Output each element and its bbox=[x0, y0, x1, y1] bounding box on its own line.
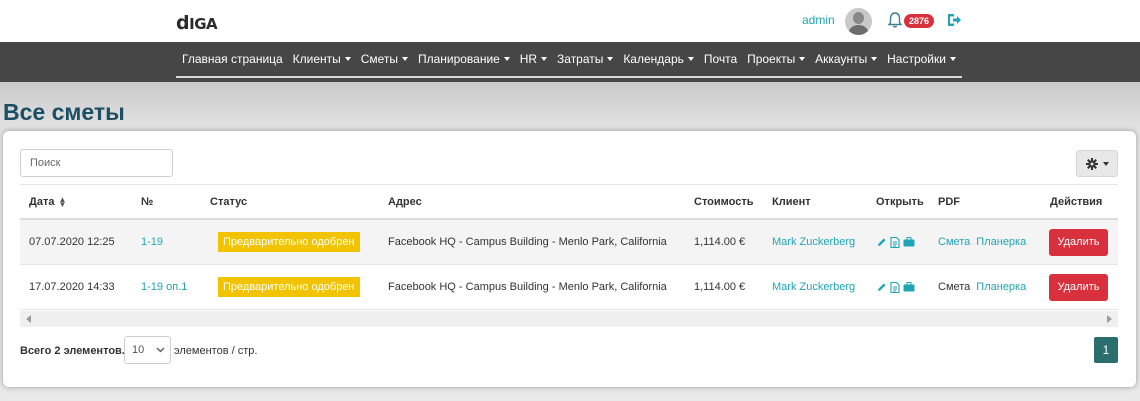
column-header-cost: Стоимость bbox=[694, 195, 754, 208]
search-input[interactable] bbox=[20, 149, 173, 177]
client-link[interactable]: Mark Zuckerberg bbox=[772, 220, 855, 264]
avatar[interactable] bbox=[845, 8, 872, 35]
nav-item[interactable]: Главная страница bbox=[182, 52, 283, 66]
cell-cost: 1,114.00 € bbox=[694, 281, 746, 293]
nav-item[interactable]: Планирование bbox=[418, 52, 510, 66]
cell-date: 07.07.2020 12:25 bbox=[29, 236, 115, 248]
briefcase-icon[interactable] bbox=[903, 282, 915, 292]
nav-item[interactable]: Клиенты bbox=[293, 52, 351, 66]
table-body: 07.07.2020 12:25 1-19 Предварительно одобр… bbox=[20, 220, 1118, 310]
bell-icon[interactable] bbox=[886, 11, 904, 29]
total-count: Всего 2 элементов. bbox=[20, 345, 125, 357]
nav-item[interactable]: Настройки bbox=[887, 52, 956, 66]
status-badge: Предварительно одобрен bbox=[218, 277, 360, 297]
caret-down-icon bbox=[949, 57, 956, 61]
cell-cost: 1,114.00 € bbox=[694, 236, 746, 248]
status-badge: Предварительно одобрен bbox=[218, 232, 360, 252]
nav-item[interactable]: Проекты bbox=[747, 52, 806, 66]
chevron-down-icon bbox=[1102, 161, 1109, 166]
estimates-table: Дата ▲ ▼ № Статус Адрес Стоимость Клиент … bbox=[20, 184, 1118, 310]
notification-count-badge[interactable]: 2876 bbox=[904, 14, 935, 28]
briefcase-icon[interactable] bbox=[903, 237, 915, 247]
cell-open-actions bbox=[877, 265, 915, 309]
caret-down-icon bbox=[687, 57, 694, 61]
column-header-date[interactable]: Дата ▲ ▼ bbox=[29, 185, 66, 218]
cell-address: Facebook HQ - Campus Building - Menlo Pa… bbox=[388, 281, 667, 293]
pdf-plan-link[interactable]: Планерка bbox=[976, 281, 1026, 293]
table-settings-button[interactable] bbox=[1076, 150, 1118, 177]
table-row: 17.07.2020 14:33 1-19 оп.1 Предварительно … bbox=[20, 265, 1118, 310]
column-header-status: Статус bbox=[210, 195, 248, 208]
pdf-estimate-link[interactable]: Смета bbox=[938, 236, 970, 248]
column-header-address: Адрес bbox=[388, 195, 422, 208]
column-header-client: Клиент bbox=[772, 195, 811, 208]
nav-item[interactable]: Почта bbox=[704, 52, 737, 66]
nav-item[interactable]: Аккаунты bbox=[815, 52, 878, 66]
estimate-number-link[interactable]: 1-19 bbox=[141, 220, 163, 264]
logout-icon[interactable] bbox=[946, 12, 962, 28]
user-name-link[interactable]: admin bbox=[802, 13, 835, 27]
edit-icon[interactable] bbox=[877, 282, 887, 292]
chevron-down-icon bbox=[156, 347, 165, 353]
pagination-page-button[interactable]: 1 bbox=[1094, 337, 1118, 363]
pdf-plan-link[interactable]: Планерка bbox=[976, 236, 1026, 248]
page-size-select[interactable]: 10 bbox=[124, 336, 171, 364]
nav-item[interactable]: Сметы bbox=[361, 52, 409, 66]
nav-item[interactable]: HR bbox=[520, 52, 548, 66]
column-header-actions: Действия bbox=[1050, 195, 1103, 208]
scroll-left-icon[interactable] bbox=[26, 315, 31, 323]
client-link[interactable]: Mark Zuckerberg bbox=[772, 265, 855, 309]
nav-item[interactable]: Календарь bbox=[623, 52, 694, 66]
caret-down-icon bbox=[402, 57, 409, 61]
caret-down-icon bbox=[871, 57, 878, 61]
column-header-pdf: PDF bbox=[938, 195, 960, 208]
estimate-number-link[interactable]: 1-19 оп.1 bbox=[141, 265, 187, 309]
edit-icon[interactable] bbox=[877, 237, 887, 247]
cell-status: Предварительно одобрен bbox=[218, 220, 360, 264]
cell-address: Facebook HQ - Campus Building - Menlo Pa… bbox=[388, 236, 667, 248]
document-icon[interactable] bbox=[890, 281, 900, 293]
delete-button[interactable]: Удалить bbox=[1049, 228, 1108, 256]
gear-icon bbox=[1085, 157, 1098, 170]
app-logo[interactable]: dIGA bbox=[176, 12, 218, 34]
caret-down-icon bbox=[503, 57, 510, 61]
per-page-label: элементов / стр. bbox=[174, 345, 258, 357]
nav-item[interactable]: Затраты bbox=[557, 52, 614, 66]
cell-open-actions bbox=[877, 220, 915, 264]
cell-actions: Удалить bbox=[1049, 265, 1108, 309]
caret-down-icon bbox=[607, 57, 614, 61]
scroll-right-icon[interactable] bbox=[1107, 315, 1112, 323]
caret-down-icon bbox=[541, 57, 548, 61]
top-header: dIGA admin 2876 bbox=[0, 0, 1140, 42]
pdf-estimate-text: Смета bbox=[938, 281, 971, 293]
cell-actions: Удалить bbox=[1049, 220, 1108, 264]
sort-icon[interactable]: ▲ ▼ bbox=[58, 195, 66, 208]
cell-pdf: Смета Планерка bbox=[938, 220, 1026, 264]
main-navigation: Главная страница Клиенты Сметы Планирование… bbox=[0, 42, 1140, 82]
document-icon[interactable] bbox=[890, 236, 900, 248]
cell-pdf: Смета Планерка bbox=[938, 265, 1026, 309]
cell-status: Предварительно одобрен bbox=[218, 265, 360, 309]
delete-button[interactable]: Удалить bbox=[1049, 273, 1108, 301]
caret-down-icon bbox=[799, 57, 806, 61]
estimates-card: Дата ▲▼ № Статус Адрес Стоимость Клиент … bbox=[3, 131, 1136, 387]
horizontal-scrollbar[interactable] bbox=[20, 311, 1118, 327]
column-header-number: № bbox=[141, 195, 154, 208]
column-header-open: Открыть bbox=[876, 195, 924, 208]
table-header: Дата ▲ ▼ № Статус Адрес Стоимость Клиент … bbox=[20, 184, 1118, 220]
page-title: Все сметы bbox=[3, 99, 125, 125]
nav-menu: Главная страница Клиенты Сметы Планирование… bbox=[176, 42, 962, 78]
cell-date: 17.07.2020 14:33 bbox=[29, 281, 115, 293]
table-row: 07.07.2020 12:25 1-19 Предварительно одобр… bbox=[20, 220, 1118, 265]
caret-down-icon bbox=[344, 57, 351, 61]
